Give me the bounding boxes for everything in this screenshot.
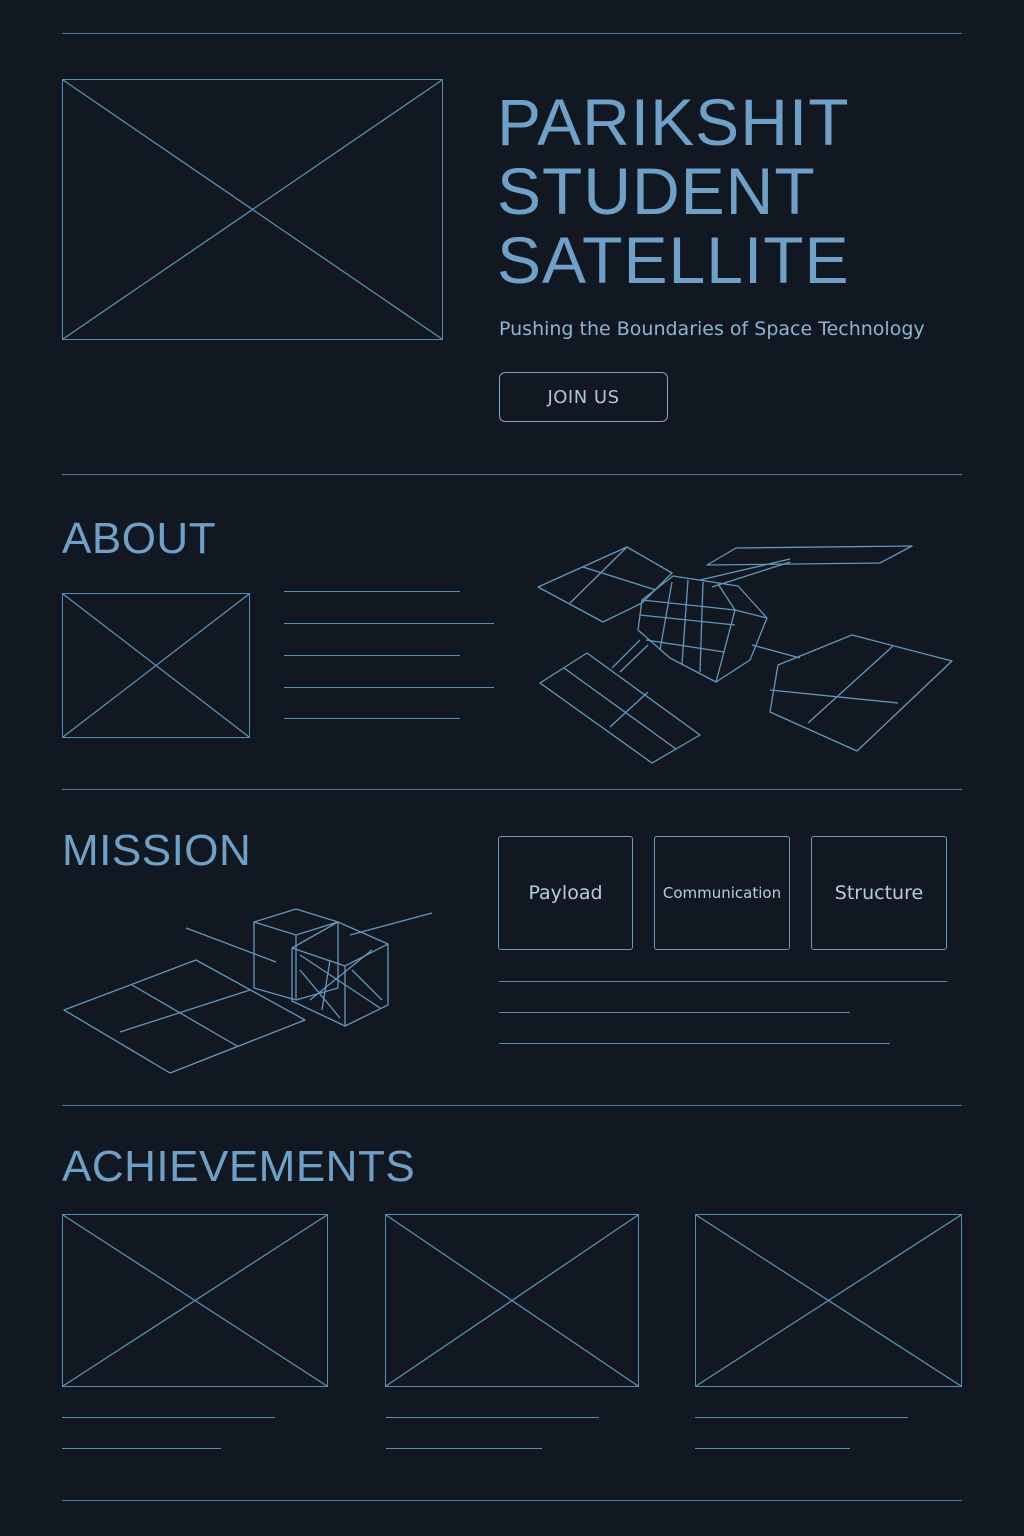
text-line-placeholder [386,1417,599,1418]
text-line-placeholder [62,1417,275,1418]
text-line-placeholder [499,1043,890,1044]
mission-card-communication[interactable]: Communication [654,836,790,950]
image-placeholder-icon [386,1215,638,1386]
achievement-image-placeholder [62,1214,328,1387]
mission-card-label: Structure [834,882,924,904]
mission-card-label: Payload [528,882,603,904]
achievement-image-placeholder [695,1214,962,1387]
achievements-heading: ACHIEVEMENTS [62,1142,416,1191]
text-line-placeholder [695,1448,850,1449]
text-line-placeholder [62,1448,221,1449]
image-placeholder-icon [63,1215,327,1386]
mission-card-payload[interactable]: Payload [498,836,633,950]
text-line-placeholder [499,981,947,982]
text-line-placeholder [695,1417,908,1418]
image-placeholder-icon [696,1215,961,1386]
mission-card-structure[interactable]: Structure [811,836,947,950]
bottom-divider [62,1500,962,1501]
text-line-placeholder [499,1012,850,1013]
achievement-image-placeholder [385,1214,639,1387]
text-line-placeholder [386,1448,542,1449]
mission-card-label: Communication [662,884,782,902]
section-divider [62,1105,962,1106]
